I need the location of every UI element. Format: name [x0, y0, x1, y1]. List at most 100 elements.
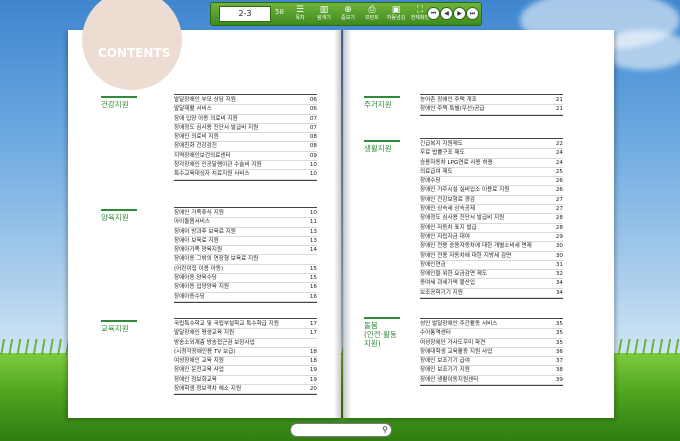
toc-entry[interactable]: 장애수당 26: [420, 177, 563, 187]
toc-entry-title: 보조공학기기 지원: [420, 289, 463, 296]
list-icon: ☰: [295, 5, 305, 15]
section-label: 생활지원: [364, 140, 416, 153]
toc-entry[interactable]: 장애아가족 양육지원 14: [174, 246, 317, 256]
toc-entry-page: 31: [555, 261, 563, 268]
toc-entry[interactable]: 장애정도 심사용 진단서 발급비 지원 28: [420, 214, 563, 224]
toc-entry[interactable]: 장애인연금 31: [420, 261, 563, 271]
toc-entry[interactable]: 장애인 주택 특별(우선)공급 21: [420, 105, 563, 115]
toc-entry[interactable]: 농어촌 장애인 주택 개조 21: [420, 96, 563, 106]
toc-entry[interactable]: 무료 법률구조 제도 24: [420, 149, 563, 159]
toc-entry-page: 10: [309, 171, 317, 178]
left-page[interactable]: CONTENTS 건강지원 발달장애인 부모 상담 지원 06 발달재활 서비스 06 장…: [68, 0, 341, 418]
toc-entry[interactable]: 지역장애인보건의료센터 09: [174, 152, 317, 162]
toc-list: 발달장애인 부모 상담 지원 06 발달재활 서비스 06 장애 입양 아동 의료비 지…: [174, 94, 317, 181]
toc-entry[interactable]: 발달장애인 평생교육 지원 17: [174, 329, 317, 339]
toc-entry-title: 청각장애인 인공달팽이관 수술비 지원: [174, 162, 262, 169]
toc-entry[interactable]: 여성장애인 가사도우미 파견 35: [420, 339, 563, 348]
toc-entry-title: 장애인 보조기기 급여: [420, 358, 470, 365]
toc-entry[interactable]: 장애아동 양육수당 15: [174, 274, 317, 284]
toc-entry[interactable]: 장애친화 건강검진 08: [174, 142, 317, 152]
toc-entry[interactable]: 장애아동수당 16: [174, 293, 317, 302]
toc-entry-page: 25: [555, 168, 563, 175]
toc-entry[interactable]: 장애아 방과후 보육료 지원 13: [174, 228, 317, 237]
toc-entry[interactable]: 장애정도 심사용 진단서 발급비 지원 07: [174, 124, 317, 134]
toc-entry[interactable]: 장애인 보조기기 지원 38: [420, 366, 563, 376]
toc-entry[interactable]: 발달재활 서비스 06: [174, 105, 317, 115]
toc-entry-title: 지역장애인보건의료센터: [174, 152, 231, 159]
toc-entry[interactable]: 증여세 과세가액 불산입 34: [420, 279, 563, 289]
toc-entry-page: 37: [555, 358, 563, 365]
toc-entry[interactable]: 아이돌봄서비스 11: [174, 218, 317, 228]
toc-entry-page: 22: [555, 141, 563, 147]
tool-autoplay[interactable]: ▣ 자동넘김: [385, 5, 407, 23]
last-page-icon[interactable]: ⏭: [466, 7, 479, 20]
prev-page-icon[interactable]: ◀: [440, 7, 453, 20]
toc-entry[interactable]: 장애인 전용 승용자동차에 대한 개별소비세 면제 30: [420, 242, 563, 252]
toc-entry-title: 발달재활 서비스: [174, 106, 212, 113]
toc-entry[interactable]: 장애인 자립자금 대여 29: [420, 233, 563, 243]
toc-entry[interactable]: 승용자동차 LPG연료 사용 허용 24: [420, 159, 563, 168]
viewer-toolbar: 2-3 58 ☰ 목차 ▥ 탐색기 ⊕ 줌보기 ⎙ 프린트 ▣ 자동넘김 ⛶ 전체화면 ⏮ ◀ ▶ ⏭: [210, 2, 482, 26]
toc-entry-page: 13: [309, 228, 317, 235]
toc-entry[interactable]: (시청각장애인용 TV 보급) 18: [174, 348, 317, 358]
ebook-spread: CONTENTS 건강지원 발달장애인 부모 상담 지원 06 발달재활 서비스 06 장…: [68, 0, 614, 418]
tool-list[interactable]: ☰ 목차: [289, 5, 311, 23]
toc-entry[interactable]: 장애인 정보화교육 19: [174, 376, 317, 386]
toc-entry[interactable]: 장애인 보조기기 급여 37: [420, 357, 563, 367]
toc-entry[interactable]: 장애아동 그밖의 연장형 보육료 지원: [174, 255, 317, 265]
toc-entry-page: 18: [309, 348, 317, 355]
section-label: 주거지원: [364, 96, 416, 109]
toc-entry[interactable]: 수어통역센터 35: [420, 329, 563, 339]
tool-print[interactable]: ⎙ 프린트: [361, 5, 383, 23]
search-icon[interactable]: ⚲: [382, 424, 388, 436]
toc-entry-page: 20: [309, 386, 317, 393]
toc-entry[interactable]: 성인 발달장애인 주간활동 서비스 35: [420, 320, 563, 330]
toc-entry[interactable]: 장애인 전용 자동차에 대한 지방세 감면 30: [420, 252, 563, 261]
search-input[interactable]: ⚲: [290, 423, 392, 437]
next-page-icon[interactable]: ▶: [453, 7, 466, 20]
first-page-icon[interactable]: ⏮: [427, 7, 440, 20]
toc-entry[interactable]: 장애인 의료비 지원 08: [174, 133, 317, 143]
right-page[interactable]: 주거지원 농어촌 장애인 주택 개조 21 장애인 주택 특별(우선)공급 21 생활지원…: [343, 30, 614, 418]
toc-entry-page: 26: [555, 187, 563, 194]
toc-entry[interactable]: 보조공학기기 지원 34: [420, 289, 563, 299]
toc-entry-page: 34: [555, 289, 563, 296]
toc-entry[interactable]: 장애인을 위한 요금감면 제도 32: [420, 270, 563, 280]
toc-entry-page: 28: [555, 215, 563, 222]
toc-entry-page: 17: [309, 321, 317, 327]
toc-entry[interactable]: 장애 입양 아동 의료비 지원 07: [174, 115, 317, 124]
tool-flip[interactable]: ▥ 탐색기: [313, 5, 335, 23]
toc-entry[interactable]: 여성장애인 교육 지원 18: [174, 357, 317, 367]
toc-entry-page: 36: [555, 348, 563, 355]
toc-entry[interactable]: 장애인 건강보험료 경감 27: [420, 196, 563, 206]
toc-entry[interactable]: 장애인 생활이동지원센터 39: [420, 376, 563, 386]
toc-entry[interactable]: 장애인 상속세 상속공제 27: [420, 205, 563, 215]
toc-entry[interactable]: 장애대학생 교육활동 지원 사업 36: [420, 348, 563, 358]
toc-entry[interactable]: 특수교육대상자 치료지원 서비스 10: [174, 170, 317, 180]
toc-entry[interactable]: (어린이집 이용 아동) 15: [174, 265, 317, 275]
page-number-input[interactable]: 2-3: [219, 6, 271, 22]
toc-entry-page: 30: [555, 243, 563, 250]
toc-entry[interactable]: 장애인 가족휴식 지원 10: [174, 209, 317, 219]
toc-entry-title: 장애정도 심사용 진단서 발급비 지원: [174, 124, 259, 131]
toc-entry-page: 35: [555, 339, 563, 346]
section-label: 돌봄 (안전·활동 지원): [364, 317, 416, 348]
toc-entry[interactable]: 청각장애인 인공달팽이관 수술비 지원 10: [174, 161, 317, 171]
autoplay-icon: ▣: [391, 5, 401, 15]
toc-entry[interactable]: 의료급여 제도 25: [420, 168, 563, 178]
toc-entry-title: 장애아동 그밖의 연장형 보육료 지원: [174, 256, 259, 263]
toc-entry-page: 21: [555, 97, 563, 103]
toc-entry[interactable]: 긴급복지 지원제도 22: [420, 140, 563, 150]
toc-entry[interactable]: 장애인 자동차 표지 발급 28: [420, 224, 563, 233]
toc-entry[interactable]: 장애아동 입양양육 지원 16: [174, 283, 317, 293]
toc-entry[interactable]: 장애인 운전교육 사업 19: [174, 366, 317, 376]
toc-entry[interactable]: 방송소외계층 방송접근권 보장사업: [174, 339, 317, 348]
toc-entry[interactable]: 발달장애인 부모 상담 지원 06: [174, 96, 317, 106]
tool-zoom-in[interactable]: ⊕ 줌보기: [337, 5, 359, 23]
toc-entry[interactable]: 장애아 보육료 지원 13: [174, 237, 317, 247]
toc-entry[interactable]: 장애학생 정보격차 해소 지원 20: [174, 385, 317, 395]
toc-entry[interactable]: 장애인 가주시설 실비입소 이용료 지원 26: [420, 186, 563, 196]
toc-entry-page: 07: [309, 124, 317, 131]
toc-entry-page: 10: [309, 162, 317, 169]
toc-entry[interactable]: 국립특수학교 및 국립부설학교 특수학급 지원 17: [174, 320, 317, 330]
